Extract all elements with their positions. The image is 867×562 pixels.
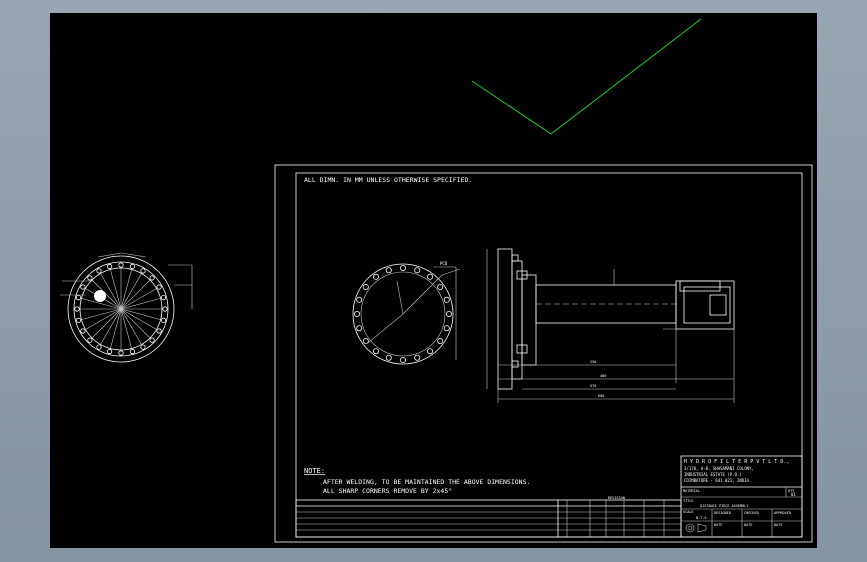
bolt-hole <box>129 348 135 355</box>
bolt-hole <box>96 344 102 350</box>
bolt-hole <box>385 354 392 361</box>
bolt-hole <box>75 295 82 301</box>
distance-piece-side-view[interactable]: 250 400 570 600 <box>486 248 735 403</box>
bolt-hole <box>445 310 452 317</box>
company-address-3: COIMBATORE - 641 021, INDIA. <box>684 478 751 483</box>
bolt-hole <box>399 356 406 363</box>
bolt-hole <box>162 306 168 312</box>
bolt-hole <box>385 267 392 274</box>
date-label-1: DATE <box>714 523 722 527</box>
bolt-hole <box>160 317 167 323</box>
scale-value: N.T.S. <box>696 516 709 520</box>
date-label-2: DATE <box>744 523 752 527</box>
bolt-hole <box>414 267 421 274</box>
bolt-hole <box>372 348 379 355</box>
general-note: ALL DIMN. IN MM UNLESS OTHERWISE SPECIFI… <box>304 176 472 184</box>
bolt-hole <box>427 348 434 355</box>
construction-ray <box>120 308 161 320</box>
dim-400: 400 <box>600 374 606 378</box>
date-label-3: DATE <box>774 523 782 527</box>
pcd-label: PCD <box>440 261 448 266</box>
checked-label: CHECKED <box>744 511 759 515</box>
drawing-svg: ALL DIMN. IN MM UNLESS OTHERWISE SPECIFI… <box>60 18 813 543</box>
cad-drawing-canvas[interactable]: ALL DIMN. IN MM UNLESS OTHERWISE SPECIFI… <box>50 13 817 548</box>
projection-symbol-icon <box>685 523 707 533</box>
bolt-hole <box>356 296 363 303</box>
bolt-hole <box>156 284 162 290</box>
company-name: H Y D R O F I L T E R P V T L T D., <box>684 459 789 465</box>
bolt-hole <box>160 295 167 301</box>
designed-label: DESIGNED <box>714 511 731 515</box>
revision-header: REVISION <box>608 496 625 500</box>
bolt-hole <box>74 306 80 312</box>
scale-label: SCALE <box>683 510 694 514</box>
bolt-hole <box>399 264 406 271</box>
bolt-hole <box>149 275 155 281</box>
construction-ray <box>110 308 122 349</box>
bolt-hole <box>140 268 146 274</box>
construction-ray <box>120 298 161 310</box>
construction-ray <box>110 269 122 310</box>
bolt-hole <box>87 275 93 281</box>
company-address-2: INDUSTRIAL ESTATE (P.O.) <box>684 472 742 477</box>
title-label: TITLE <box>683 499 694 503</box>
bolt-hole <box>140 344 146 350</box>
bolt-hole <box>372 273 379 280</box>
note-line-1: AFTER WELDING, TO BE MAINTAINED THE ABOV… <box>323 478 530 486</box>
note-line-2: ALL SHARP CORNERS REMOVE BY 2x45° <box>323 487 452 495</box>
construction-ray <box>81 308 122 320</box>
qty-value: 01 <box>791 492 796 497</box>
dim-250: 250 <box>590 360 596 364</box>
bolt-hole <box>427 273 434 280</box>
note-heading: NOTE: <box>304 467 325 475</box>
title-block: H Y D R O F I L T E R P V T L T D., 3/17… <box>680 455 803 538</box>
bolt-hole <box>443 296 450 303</box>
bolt-hole <box>362 283 369 290</box>
bolt-hole <box>149 337 155 343</box>
bolt-hole <box>87 337 93 343</box>
bolt-hole <box>129 263 135 270</box>
left-flange-detail[interactable] <box>60 252 193 363</box>
bolt-hole <box>353 310 360 317</box>
bolt-hole <box>96 268 102 274</box>
material-label: MATERIAL <box>683 489 700 493</box>
construction-ray <box>120 308 132 349</box>
flange-highlight <box>94 290 106 302</box>
bolt-hole <box>107 348 113 355</box>
bolt-hole <box>443 325 450 332</box>
bolt-hole <box>80 284 86 290</box>
bolt-hole <box>118 262 124 268</box>
revision-table: REVISION <box>295 496 682 538</box>
approved-label: APPROVED <box>774 511 791 515</box>
bolt-hole <box>437 283 444 290</box>
dim-570: 570 <box>590 384 596 388</box>
green-construction-line[interactable] <box>471 18 702 135</box>
bolt-hole <box>437 338 444 345</box>
bolt-hole <box>118 350 124 356</box>
bolt-hole <box>414 354 421 361</box>
bolt-hole <box>80 328 86 334</box>
dim-600: 600 <box>598 394 604 398</box>
construction-ray <box>120 269 132 310</box>
bolt-hole <box>156 328 162 334</box>
company-address-1: 3/170, A-8, SHASAMANI COLONY, <box>684 466 754 471</box>
title-value: DISTANCE PIECE ASSEMBLY <box>700 504 749 508</box>
bolt-hole <box>356 325 363 332</box>
flange-front-view[interactable]: PCD <box>352 261 461 365</box>
bolt-hole <box>362 338 369 345</box>
bolt-hole <box>107 263 113 270</box>
bolt-hole <box>75 317 82 323</box>
